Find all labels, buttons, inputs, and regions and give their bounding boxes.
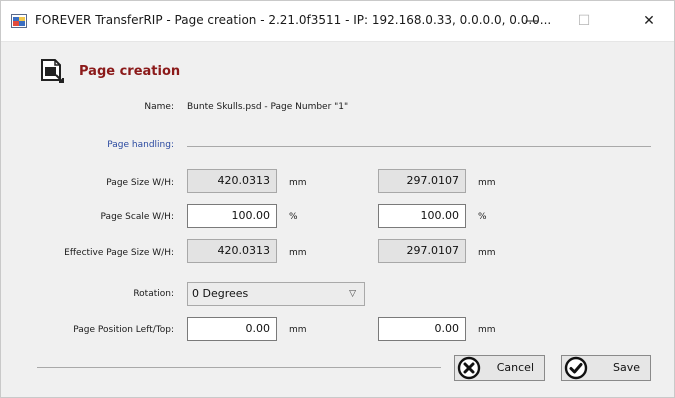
section-label-page-handling: Page handling:	[107, 140, 174, 150]
window-title: FOREVER TransferRIP - Page creation - 2.…	[35, 13, 552, 27]
effective-size-width-unit: mm	[289, 248, 307, 258]
rotation-value: 0 Degrees	[192, 287, 249, 300]
page-size-width-unit: mm	[289, 178, 307, 188]
page-scale-height-unit: %	[478, 212, 487, 222]
maximize-button[interactable]: ☐	[561, 1, 607, 41]
effective-size-height-unit: mm	[478, 248, 496, 258]
minimize-icon: —	[525, 13, 539, 29]
effective-size-label: Effective Page Size W/H:	[64, 248, 174, 258]
rotation-label: Rotation:	[133, 289, 174, 299]
close-icon: ✕	[643, 13, 655, 29]
effective-size-height-field: 297.0107	[378, 239, 466, 263]
page-scale-width-unit: %	[289, 212, 298, 222]
effective-size-width-field: 420.0313	[187, 239, 277, 263]
page-scale-label: Page Scale W/H:	[100, 212, 174, 222]
page-scale-height-field[interactable]: 100.00	[378, 204, 466, 228]
page-position-top-unit: mm	[478, 325, 496, 335]
close-button[interactable]: ✕	[626, 1, 672, 41]
maximize-icon: ☐	[577, 13, 591, 29]
check-circle-icon	[564, 356, 588, 380]
x-circle-icon	[457, 356, 481, 380]
page-scale-width-field[interactable]: 100.00	[187, 204, 277, 228]
name-value: Bunte Skulls.psd - Page Number "1"	[187, 102, 349, 112]
page-position-left-field[interactable]: 0.00	[187, 317, 277, 341]
page-position-top-field[interactable]: 0.00	[378, 317, 466, 341]
title-bar[interactable]: FOREVER TransferRIP - Page creation - 2.…	[1, 1, 674, 42]
page-size-height-field[interactable]: 297.0107	[378, 169, 466, 193]
app-icon	[11, 14, 27, 28]
page-position-label: Page Position Left/Top:	[73, 325, 174, 335]
page-title: Page creation	[79, 64, 181, 79]
section-divider	[187, 146, 651, 147]
page-size-height-unit: mm	[478, 178, 496, 188]
cancel-label: Cancel	[496, 361, 534, 374]
footer-divider	[37, 367, 441, 368]
save-button[interactable]: Save	[561, 355, 651, 381]
name-label: Name:	[144, 102, 174, 112]
cancel-button[interactable]: Cancel	[454, 355, 545, 381]
page-size-width-field[interactable]: 420.0313	[187, 169, 277, 193]
page-creation-window: FOREVER TransferRIP - Page creation - 2.…	[0, 0, 675, 398]
rotation-select[interactable]: 0 Degrees ▽	[187, 282, 365, 306]
page-position-left-unit: mm	[289, 325, 307, 335]
page-edit-icon	[41, 59, 64, 83]
minimize-button[interactable]: —	[509, 1, 555, 41]
page-size-label: Page Size W/H:	[106, 178, 174, 188]
chevron-down-icon: ▽	[349, 289, 356, 299]
save-label: Save	[612, 361, 640, 374]
